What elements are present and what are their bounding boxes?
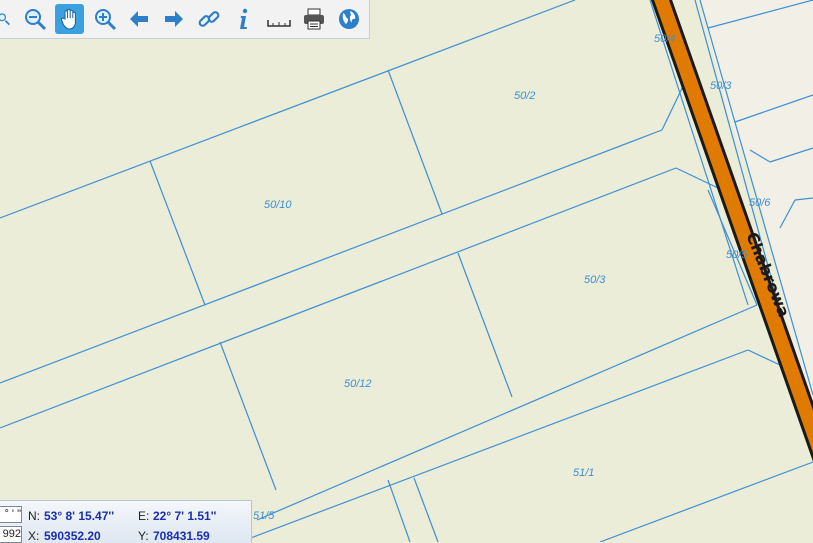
globe-button[interactable] <box>334 4 363 34</box>
link-icon <box>198 11 220 27</box>
xy-format-box[interactable]: 992 <box>0 526 22 543</box>
back-button[interactable] <box>125 4 154 34</box>
e-label: E: <box>138 509 150 523</box>
x-label: X: <box>28 529 40 543</box>
n-value: 53° 8' 15.47'' <box>44 509 115 523</box>
pan-hand-icon <box>60 8 76 30</box>
coordinates-panel: ° ' " 992 N: 53° 8' 15.47'' E: 22° 7' 1.… <box>0 500 252 543</box>
parcel-label: 50/2 <box>514 90 535 102</box>
back-arrow-icon <box>130 11 149 27</box>
zoom-in-button[interactable] <box>90 4 119 34</box>
n-label: N: <box>28 509 40 523</box>
latlon-format-box[interactable]: ° ' " <box>0 506 22 523</box>
info-button[interactable] <box>230 4 259 34</box>
measure-button[interactable] <box>264 4 293 34</box>
zoom-out-icon <box>24 9 46 31</box>
forward-arrow-icon <box>165 11 184 27</box>
parcel-label: 50/3 <box>584 274 606 286</box>
map-canvas[interactable]: Chabrowa 50/4 50/2 50/3 50/10 50/3 50/6 … <box>0 0 813 542</box>
zoom-out-button[interactable] <box>20 4 49 34</box>
parcel-label: 50/4 <box>654 33 675 45</box>
parcel-label: 51/5 <box>253 510 275 522</box>
map-toolbar <box>0 0 370 39</box>
y-label: Y: <box>138 529 149 543</box>
link-button[interactable] <box>195 4 224 34</box>
parcel-label: 51/1 <box>573 467 594 479</box>
zoom-out-magnifier-icon <box>0 13 10 26</box>
pan-button[interactable] <box>55 4 85 34</box>
parcel-label: 50/10 <box>264 199 292 211</box>
forward-button[interactable] <box>160 4 189 34</box>
zoom-out-magnifier-button[interactable] <box>0 4 10 34</box>
globe-icon <box>338 9 359 29</box>
parcel-label: 50/6 <box>749 197 771 209</box>
x-value: 590352.20 <box>44 529 101 543</box>
parcel-label: 50/3 <box>710 80 732 92</box>
parcel-label: 50/5 <box>726 249 748 261</box>
info-icon <box>240 8 248 29</box>
zoom-in-icon <box>94 9 116 31</box>
e-value: 22° 7' 1.51'' <box>153 509 217 523</box>
print-icon <box>303 8 324 30</box>
print-button[interactable] <box>299 4 328 34</box>
y-value: 708431.59 <box>153 529 210 543</box>
measure-ruler-icon <box>267 20 291 27</box>
parcel-label: 50/12 <box>344 378 372 390</box>
